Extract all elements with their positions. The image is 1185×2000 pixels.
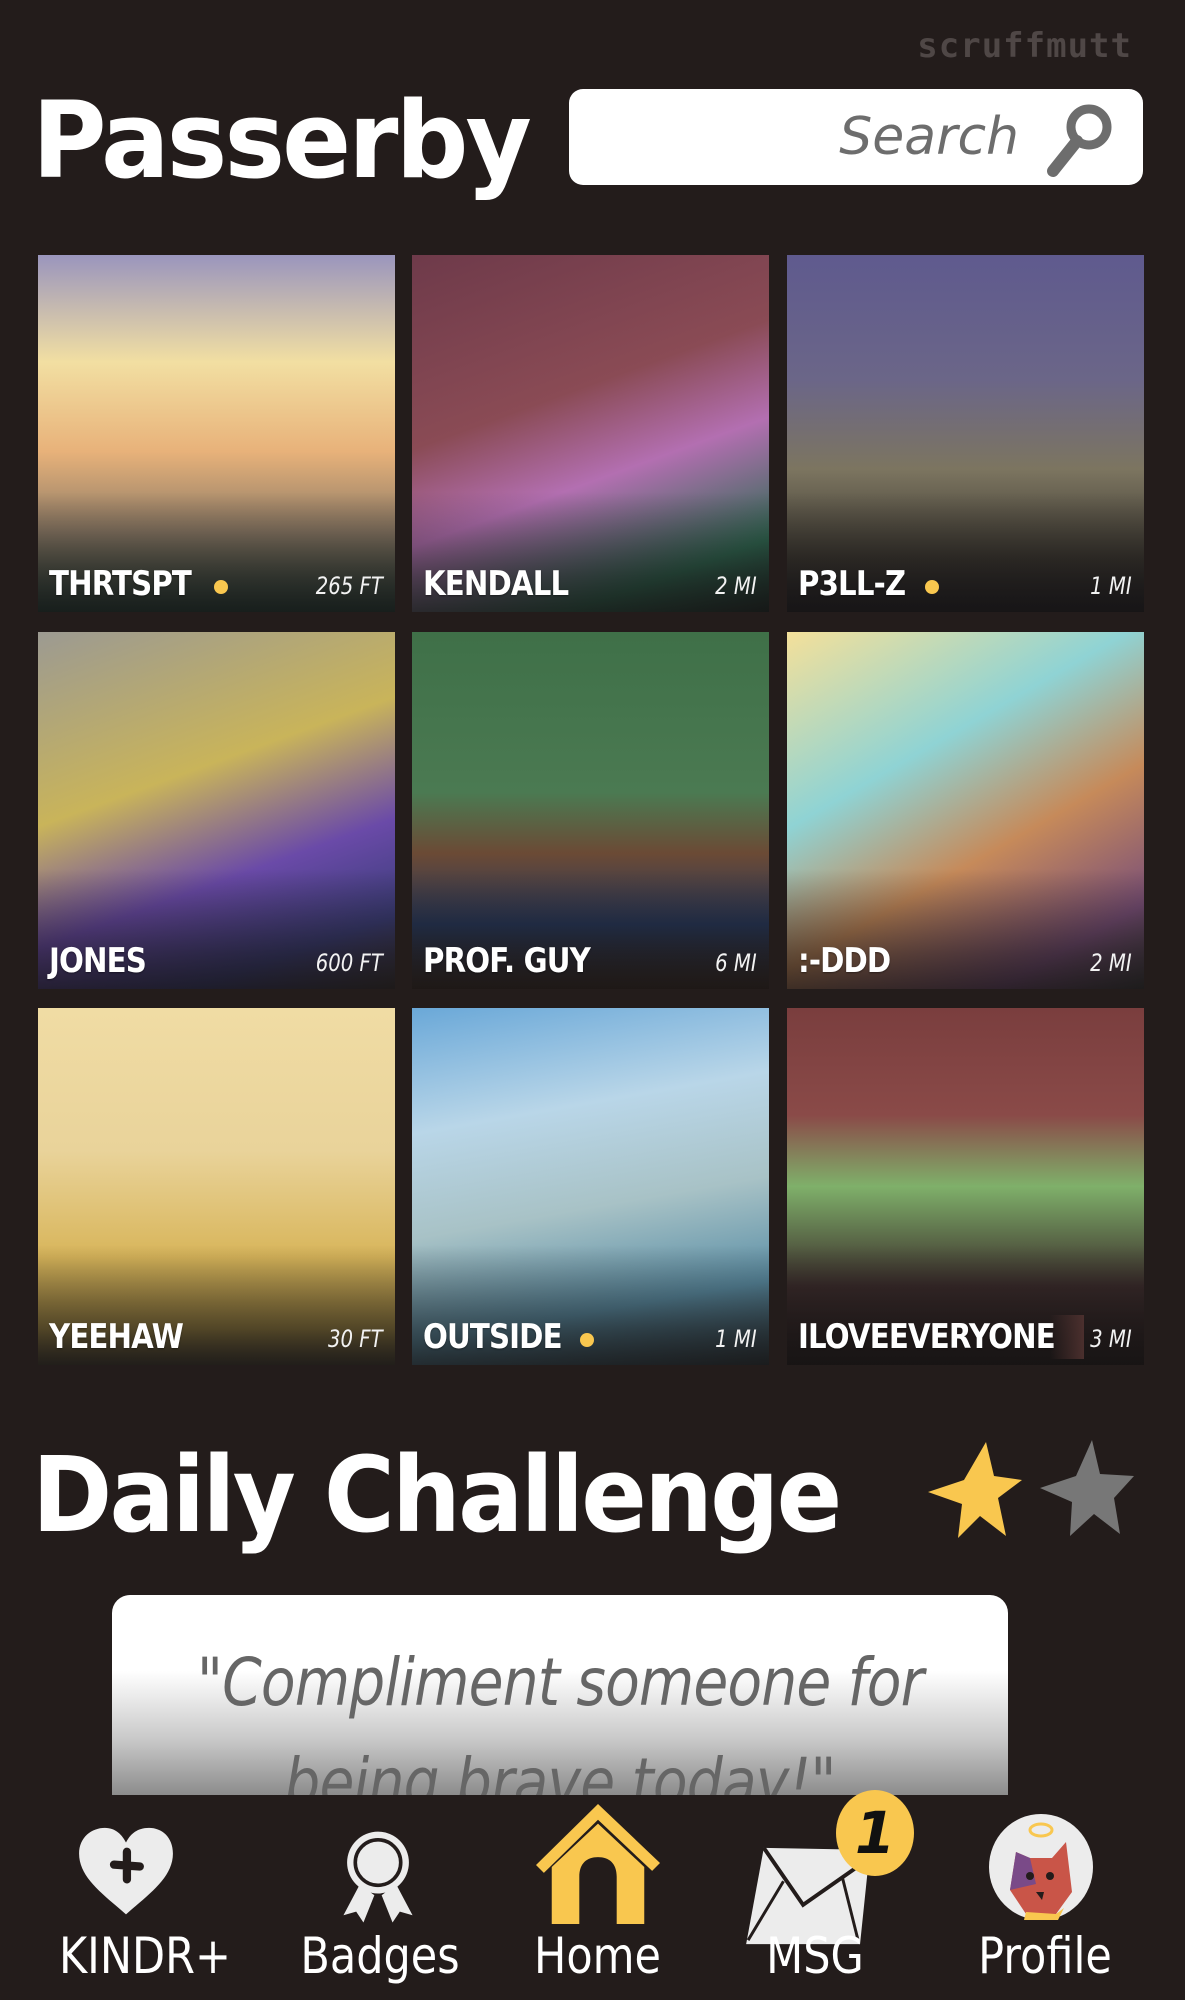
search-input[interactable] xyxy=(589,89,1019,185)
nav-item-kindr[interactable]: KINDR+ xyxy=(40,1790,250,1990)
daily-challenge-title: Daily Challenge xyxy=(32,1434,842,1556)
passerby-distance: 2 MI xyxy=(715,572,757,600)
star-empty-icon xyxy=(1040,1440,1134,1536)
passerby-name: ILOVEEVERYONE xyxy=(798,1317,1055,1357)
star-filled-icon xyxy=(928,1442,1022,1538)
passerby-distance: 1 MI xyxy=(1090,572,1132,600)
nav-item-home[interactable]: Home xyxy=(500,1790,695,1990)
online-indicator-icon xyxy=(580,1333,594,1347)
daily-challenge-card[interactable]: "Compliment someone for being brave toda… xyxy=(112,1595,1008,1795)
nav-label: Profile xyxy=(978,1927,1112,1985)
passerby-name: JONES xyxy=(49,941,147,981)
nav-item-profile[interactable]: Profile xyxy=(930,1790,1160,1990)
online-indicator-icon xyxy=(925,580,939,594)
online-indicator-icon xyxy=(214,580,228,594)
nav-item-badges[interactable]: Badges xyxy=(270,1790,490,1990)
nav-label: KINDR+ xyxy=(58,1927,232,1985)
passerby-distance: 2 MI xyxy=(1090,949,1132,977)
nav-item-msg[interactable]: 1 MSG xyxy=(710,1790,920,1990)
passerby-distance: 265 FT xyxy=(315,572,383,600)
passerby-name: THRTSPT xyxy=(49,564,192,604)
prompt-line-2: being brave today!" xyxy=(284,1744,836,1795)
passerby-tile[interactable]: JONES 600 FT xyxy=(38,632,395,989)
passerby-tile[interactable]: OUTSIDE 1 MI xyxy=(412,1008,769,1365)
app-watermark: scruffmutt xyxy=(917,26,1132,66)
passerby-name: PROF. GUY xyxy=(423,941,591,981)
passerby-tile[interactable]: P3LL-Z 1 MI xyxy=(787,255,1144,612)
passerby-distance: 6 MI xyxy=(715,949,757,977)
passerby-distance: 3 MI xyxy=(1090,1325,1132,1353)
nav-label: MSG xyxy=(766,1927,864,1985)
daily-challenge-prompt: "Compliment someone for being brave toda… xyxy=(175,1633,946,1795)
passerby-name: :-DDD xyxy=(798,941,891,981)
prompt-line-1: "Compliment someone for xyxy=(196,1644,924,1721)
passerby-distance: 30 FT xyxy=(328,1325,383,1353)
heart-plus-icon xyxy=(79,1827,173,1915)
passerby-tile[interactable]: KENDALL 2 MI xyxy=(412,255,769,612)
passerby-name: P3LL-Z xyxy=(798,564,906,604)
passerby-distance: 1 MI xyxy=(715,1325,757,1353)
search-bar[interactable] xyxy=(569,89,1143,185)
passerby-tile[interactable]: YEEHAW 30 FT xyxy=(38,1008,395,1365)
passerby-name: OUTSIDE xyxy=(423,1317,563,1357)
passerby-tile[interactable]: ILOVEEVERYONE 3 MI xyxy=(787,1008,1144,1365)
passerby-distance: 600 FT xyxy=(315,949,383,977)
passerby-tile[interactable]: :-DDD 2 MI xyxy=(787,632,1144,989)
passerby-tile[interactable]: PROF. GUY 6 MI xyxy=(412,632,769,989)
nav-label: Badges xyxy=(300,1927,460,1985)
ribbon-badge-icon xyxy=(343,1831,413,1923)
unread-count-badge: 1 xyxy=(836,1790,914,1876)
doghouse-icon xyxy=(536,1803,660,1925)
search-icon[interactable] xyxy=(1039,99,1119,179)
nav-label: Home xyxy=(534,1927,661,1985)
avatar-icon[interactable] xyxy=(985,1812,1097,1922)
passerby-tile[interactable]: THRTSPT 265 FT xyxy=(38,255,395,612)
passerby-name: KENDALL xyxy=(423,564,569,604)
passerby-name: YEEHAW xyxy=(49,1317,184,1357)
page-title: Passerby xyxy=(32,79,532,202)
